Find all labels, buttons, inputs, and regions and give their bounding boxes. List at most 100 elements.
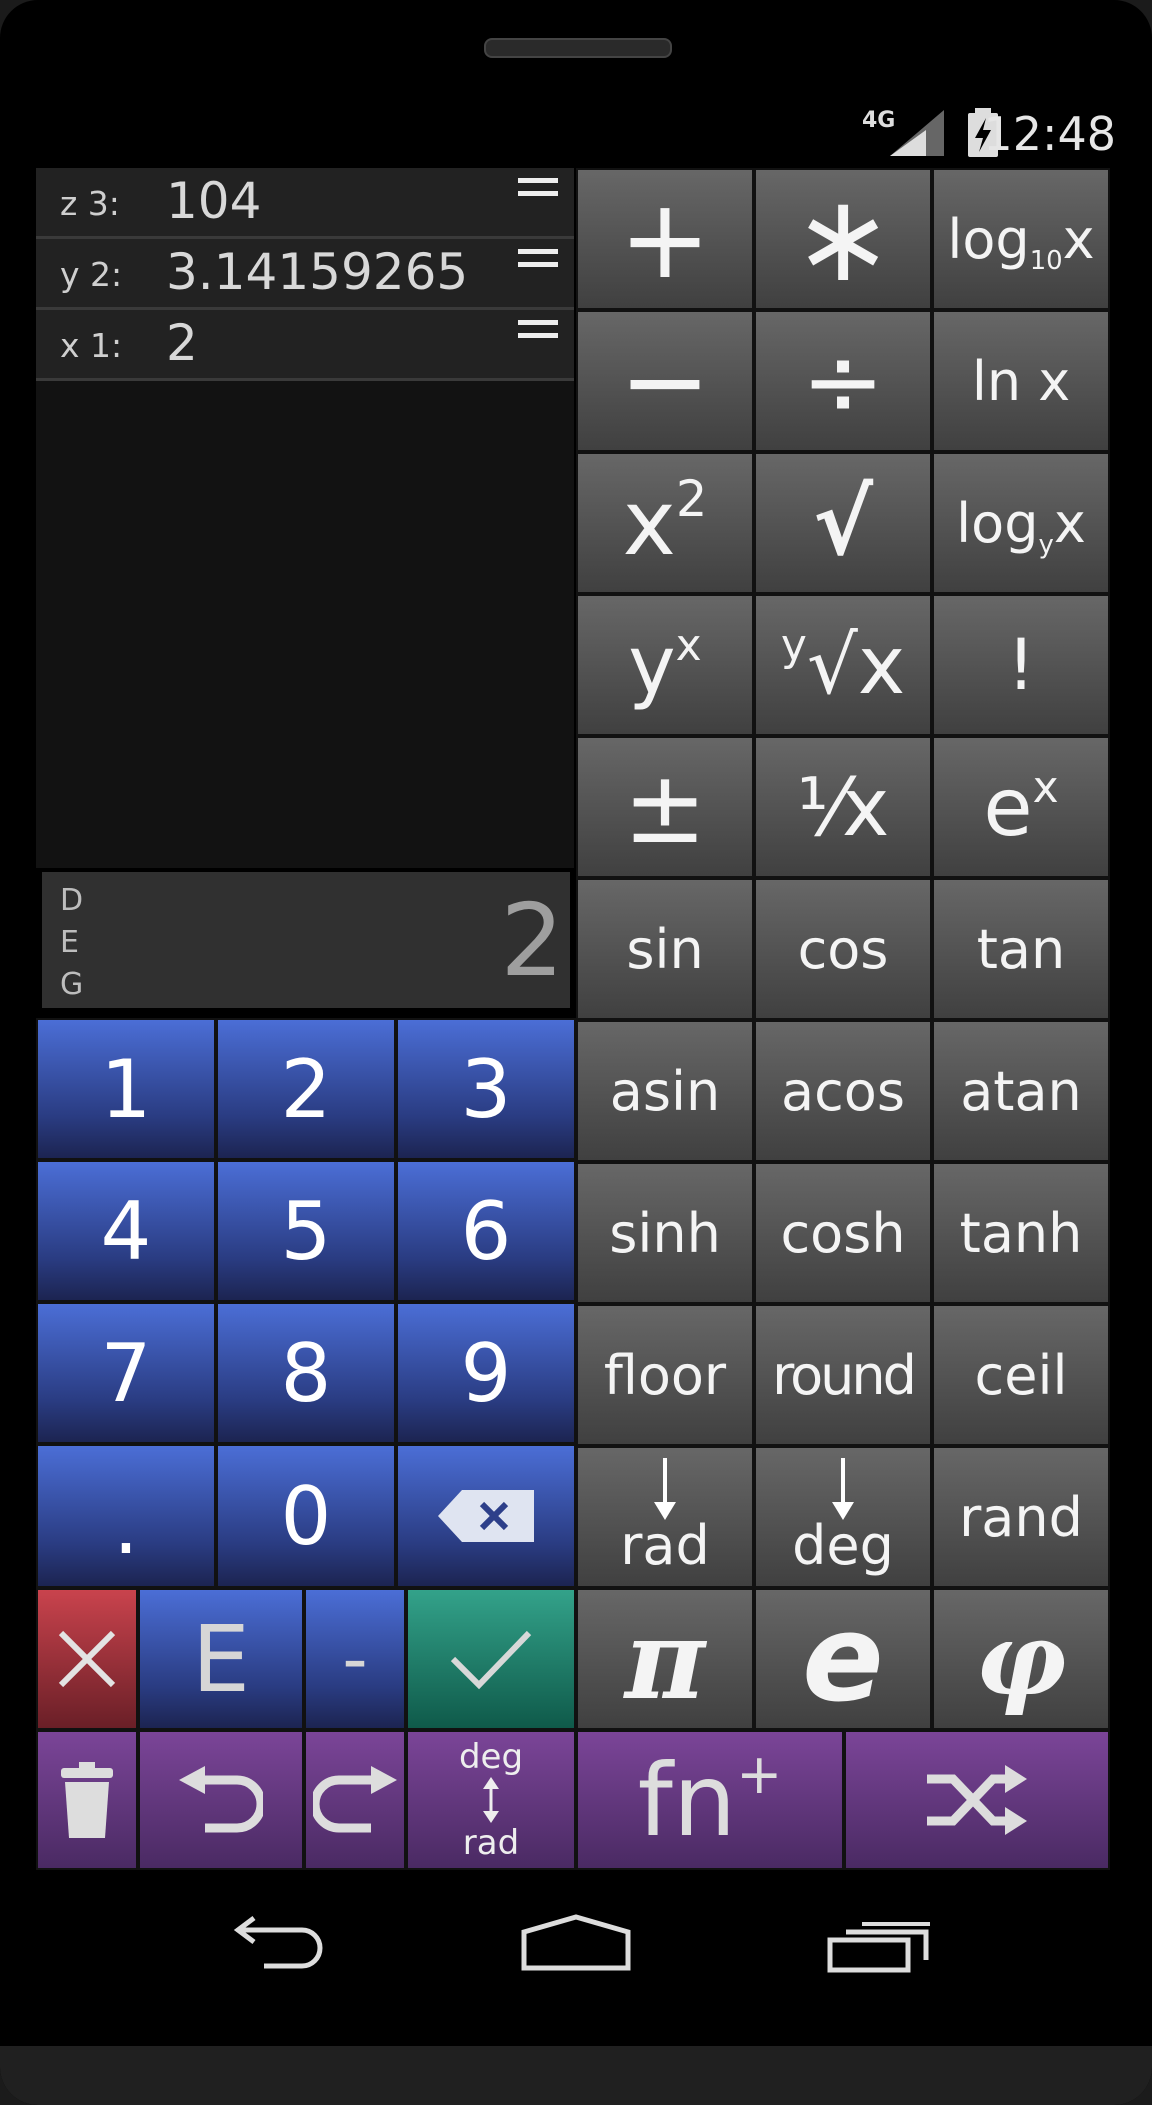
logy-subscript: y [1038, 530, 1054, 561]
digit-9-button[interactable]: 9 [396, 1302, 576, 1444]
backspace-button[interactable] [396, 1444, 576, 1588]
factorial-label: ! [1006, 624, 1036, 706]
digit-3-button[interactable]: 3 [396, 1018, 576, 1160]
nth-root-button[interactable]: y√x [754, 594, 932, 736]
ceil-button[interactable]: ceil [932, 1304, 1110, 1446]
to-deg-button[interactable]: deg [754, 1446, 932, 1588]
sin-button[interactable]: sin [576, 878, 754, 1020]
digit-0-button[interactable]: 0 [216, 1444, 396, 1588]
multiply-label: ∗ [792, 169, 894, 309]
floor-button[interactable]: floor [576, 1304, 754, 1446]
digit-7-button[interactable]: 7 [36, 1302, 216, 1444]
plusminus-button[interactable]: ± [576, 736, 754, 878]
exp-button[interactable]: ex [932, 736, 1110, 878]
shuffle-button[interactable] [844, 1730, 1110, 1870]
ln-label: ln x [971, 349, 1071, 413]
trash-icon [61, 1762, 113, 1838]
rand-button[interactable]: rand [932, 1446, 1110, 1588]
trash-button[interactable] [36, 1730, 138, 1870]
custom-function-button[interactable]: fn+ [576, 1730, 844, 1870]
atan-button[interactable]: atan [932, 1020, 1110, 1162]
digit-1-button[interactable]: 1 [36, 1018, 216, 1160]
digit-6-button[interactable]: 6 [396, 1160, 576, 1302]
cosh-button[interactable]: cosh [754, 1162, 932, 1304]
sinh-button[interactable]: sinh [576, 1162, 754, 1304]
equals-icon[interactable] [518, 178, 558, 208]
decimal-point-button[interactable]: . [36, 1444, 216, 1588]
enter-button[interactable] [406, 1588, 576, 1730]
log10-button[interactable]: log10x [932, 168, 1110, 310]
stack-row-x[interactable]: x 1: 2 [36, 310, 574, 381]
negate-label: - [342, 1618, 368, 1700]
negate-exponent-button[interactable]: - [304, 1588, 406, 1730]
atan-label: atan [960, 1059, 1082, 1123]
factorial-button[interactable]: ! [932, 594, 1110, 736]
divide-button[interactable]: ÷ [754, 310, 932, 452]
digit-label: 0 [280, 1469, 332, 1563]
redo-icon [313, 1766, 397, 1833]
phi-button[interactable]: φ [932, 1588, 1110, 1730]
sqrt-button[interactable]: √ [754, 452, 932, 594]
logy-arg: x [1053, 491, 1086, 555]
equals-icon[interactable] [518, 249, 558, 279]
down-arrow-icon [832, 1457, 854, 1520]
log-arg: x [1062, 207, 1095, 271]
plus-button[interactable]: + [576, 168, 754, 310]
clear-entry-button[interactable] [36, 1588, 138, 1730]
divide-label: ÷ [801, 322, 885, 440]
to-rad-button[interactable]: rad [576, 1446, 754, 1588]
stack-row-y[interactable]: y 2: 3.14159265 [36, 239, 574, 310]
clock: 12:48 [983, 107, 1116, 161]
down-arrow-icon [654, 1457, 676, 1520]
back-nav-icon[interactable] [224, 1916, 328, 1970]
logy-text: log [956, 491, 1039, 555]
digit-4-button[interactable]: 4 [36, 1160, 216, 1302]
square-button[interactable]: x2 [576, 452, 754, 594]
deg-rad-toggle-button[interactable]: deg rad [406, 1730, 576, 1870]
undo-button[interactable] [138, 1730, 304, 1870]
digit-label: 7 [100, 1326, 152, 1420]
digit-2-button[interactable]: 2 [216, 1018, 396, 1160]
pi-button[interactable]: π [576, 1588, 754, 1730]
round-button[interactable]: round [754, 1304, 932, 1446]
logy-button[interactable]: logyx [932, 452, 1110, 594]
tanh-button[interactable]: tanh [932, 1162, 1110, 1304]
equals-icon[interactable] [518, 320, 558, 350]
digit-label: 8 [280, 1326, 332, 1420]
ln-button[interactable]: ln x [932, 310, 1110, 452]
up-down-arrow-icon [483, 1777, 499, 1823]
pi-label: π [624, 1594, 706, 1724]
e-label: e [802, 1589, 884, 1729]
asin-button[interactable]: asin [576, 1020, 754, 1162]
acos-button[interactable]: acos [754, 1020, 932, 1162]
multiply-button[interactable]: ∗ [754, 168, 932, 310]
redo-button[interactable] [304, 1730, 406, 1870]
exponent-label: E [191, 1605, 251, 1713]
cos-button[interactable]: cos [754, 878, 932, 1020]
phi-label: φ [975, 1600, 1067, 1718]
minus-button[interactable]: − [576, 310, 754, 452]
log-subscript: 10 [1029, 246, 1063, 277]
phone-frame: 4G 12:48 z 3: 104 y 2: 3.14159265 x 1: 2… [0, 0, 1152, 2105]
digit-8-button[interactable]: 8 [216, 1302, 396, 1444]
e-constant-button[interactable]: e [754, 1588, 932, 1730]
floor-label: floor [603, 1343, 727, 1407]
stack-row-z[interactable]: z 3: 104 [36, 168, 574, 239]
exponent-button[interactable]: E [138, 1588, 304, 1730]
digit-label: 2 [280, 1042, 332, 1136]
ceil-label: ceil [974, 1343, 1068, 1407]
deg-label: deg [458, 1737, 524, 1777]
exp-base: e [983, 760, 1033, 854]
home-nav-icon[interactable] [520, 1914, 632, 1972]
sinh-label: sinh [609, 1201, 721, 1265]
angle-mode-indicator[interactable]: D E G [60, 880, 88, 1006]
recent-apps-nav-icon[interactable] [826, 1920, 932, 1974]
root-index: y [780, 619, 807, 671]
square-exponent: 2 [675, 470, 708, 529]
power-button[interactable]: yx [576, 594, 754, 736]
reciprocal-button[interactable]: ⅟x [754, 736, 932, 878]
digit-5-button[interactable]: 5 [216, 1160, 396, 1302]
checkmark-icon [450, 1630, 532, 1690]
tan-button[interactable]: tan [932, 878, 1110, 1020]
stack-row-label: y 2: [60, 255, 123, 294]
